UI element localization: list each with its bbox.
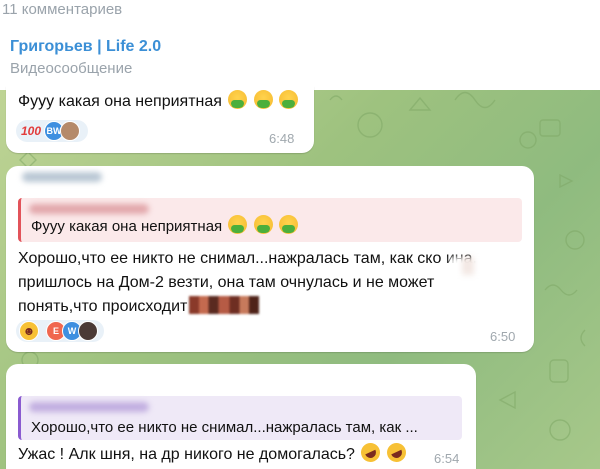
message-text-line: понять,что происходит <box>18 295 260 319</box>
nauseated-face-icon <box>279 90 299 109</box>
message-text: Фууу какая она неприятная <box>18 93 222 110</box>
nauseated-face-icon <box>228 90 248 109</box>
message-text-line: Ужас ! Алк шня, на др никого не домогала… <box>18 439 409 467</box>
reply-quote[interactable]: Фууу какая она неприятная <box>18 198 522 242</box>
reply-quote-author <box>29 204 149 214</box>
reply-quote-text-content: Фууу какая она неприятная <box>31 218 223 235</box>
message-text-line: Хорошо,что ее никто не снимал...нажралас… <box>18 250 477 267</box>
comments-count: 11 комментариев <box>2 1 123 18</box>
message-text: понять,что происходит <box>18 298 188 315</box>
nauseated-face-icon <box>228 215 248 234</box>
rofl-icon <box>383 439 409 466</box>
nauseated-face-icon <box>253 215 273 234</box>
message-time: 6:54 <box>434 451 460 466</box>
message-time: 6:50 <box>490 329 516 344</box>
pixelated-image <box>189 296 260 314</box>
reply-quote[interactable]: Хорошо,что ее никто не снимал...нажралас… <box>18 396 462 440</box>
reply-quote-text: Фууу какая она неприятная <box>31 215 298 239</box>
avatar <box>60 121 80 141</box>
message-text: Ужас ! Алк шня, на др никого не домогала… <box>18 446 355 463</box>
message-text-line: Фууу какая она неприятная <box>18 90 299 114</box>
sender-name <box>22 172 102 182</box>
nauseated-face-icon <box>278 215 298 234</box>
message-bubble[interactable]: Хорошо,что ее никто не снимал...нажралас… <box>6 364 476 469</box>
message-text-line: пришлось на Дом-2 везти, она там очнулас… <box>18 274 435 291</box>
redacted-text <box>450 257 510 275</box>
reactions-row[interactable]: ☻ E W <box>16 320 106 342</box>
channel-post-subtitle: Видеосообщение <box>10 60 133 77</box>
message-time: 6:48 <box>269 131 295 146</box>
grinning-face-icon: ☻ <box>19 321 39 341</box>
thread-header: 11 комментариев Григорьев | Life 2.0 Вид… <box>0 0 600 90</box>
channel-name-link[interactable]: Григорьев | Life 2.0 <box>10 38 161 56</box>
nauseated-face-icon <box>253 90 273 109</box>
avatar <box>78 321 98 341</box>
reactions-row[interactable]: 100 BW <box>16 120 96 142</box>
hundred-points-icon: 100 <box>21 124 42 138</box>
rofl-icon <box>358 439 384 466</box>
reply-quote-text: Хорошо,что ее никто не снимал...нажралас… <box>31 419 418 436</box>
message-bubble[interactable]: Фууу какая она неприятная Хорошо,что ее … <box>6 166 534 352</box>
message-bubble[interactable]: Фууу какая она неприятная 100 BW 6:48 <box>6 86 314 153</box>
reply-quote-author <box>29 402 149 412</box>
